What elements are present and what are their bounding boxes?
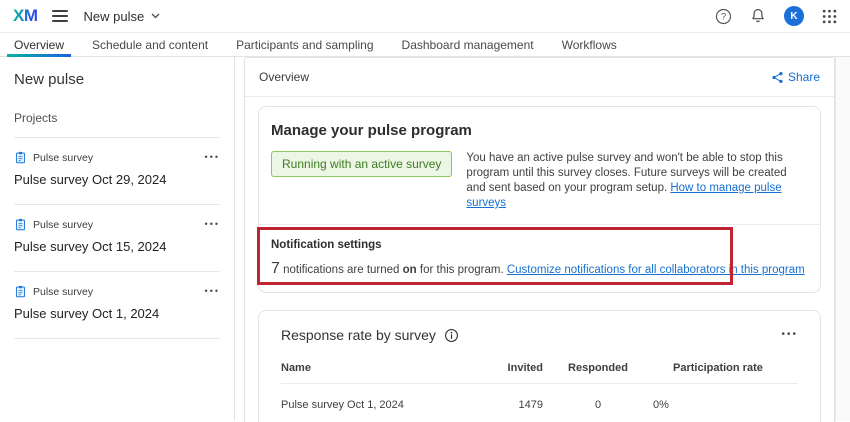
notification-settings-title: Notification settings (271, 239, 808, 251)
project-more-button[interactable]: ••• (205, 153, 220, 162)
svg-text:?: ? (721, 11, 726, 22)
info-icon[interactable] (444, 328, 459, 343)
notification-summary: 7 notifications are turned on for this p… (271, 260, 808, 278)
manage-card-title: Manage your pulse program (271, 122, 808, 139)
col-header-participation-rate: Participation rate (653, 362, 798, 374)
project-type-label: Pulse survey (33, 286, 93, 298)
project-type-label: Pulse survey (33, 219, 93, 231)
notification-count: 7 (271, 260, 280, 277)
response-rate-title: Response rate by survey (281, 327, 436, 343)
project-type-label: Pulse survey (33, 152, 93, 164)
cell-responded: 0 (543, 399, 653, 411)
tab-overview[interactable]: Overview (0, 33, 78, 56)
tab-workflows[interactable]: Workflows (548, 33, 631, 56)
tab-participants-and-sampling[interactable]: Participants and sampling (222, 33, 387, 56)
col-header-invited: Invited (478, 362, 543, 374)
project-title: Pulse survey Oct 15, 2024 (14, 239, 220, 254)
bell-icon (750, 8, 766, 24)
col-header-name: Name (281, 362, 478, 374)
overview-panel: Overview Share Manage your pulse program… (244, 57, 835, 422)
cell-name: Pulse survey Oct 1, 2024 (281, 399, 478, 411)
help-button[interactable]: ? (715, 8, 732, 25)
project-switcher[interactable]: New pulse (84, 9, 161, 24)
projects-section-label: Projects (14, 111, 220, 138)
sidebar: New pulse Projects Pulse survey ••• Puls… (0, 57, 235, 421)
notification-text-after: for this program. (417, 264, 507, 276)
response-rate-card: Response rate by survey ••• Name Invited… (258, 310, 821, 422)
notification-settings-section: Notification settings 7 notifications ar… (271, 225, 808, 292)
avatar[interactable]: K (784, 6, 804, 26)
pulse-survey-icon (14, 218, 27, 231)
project-more-button[interactable]: ••• (205, 287, 220, 296)
help-icon: ? (715, 8, 732, 25)
share-label: Share (788, 70, 820, 84)
project-item-oct-1[interactable]: Pulse survey ••• Pulse survey Oct 1, 202… (14, 272, 220, 339)
project-item-oct-29[interactable]: Pulse survey ••• Pulse survey Oct 29, 20… (14, 138, 220, 205)
share-button[interactable]: Share (771, 70, 820, 84)
card-more-button[interactable]: ••• (781, 330, 798, 340)
top-bar: XM New pulse ? K (0, 0, 850, 33)
hamburger-menu-icon[interactable] (52, 10, 68, 22)
cell-participation-rate: 0% (653, 399, 798, 411)
program-description: You have an active pulse survey and won'… (466, 151, 808, 211)
main-area: Overview Share Manage your pulse program… (235, 57, 850, 421)
pulse-survey-icon (14, 151, 27, 164)
customize-notifications-link[interactable]: Customize notifications for all collabor… (507, 264, 805, 276)
table-row[interactable]: Pulse survey Oct 1, 2024 1479 0 0% (281, 384, 798, 422)
project-title: Pulse survey Oct 29, 2024 (14, 172, 220, 187)
notification-text: notifications are turned (280, 264, 403, 276)
notifications-button[interactable] (750, 8, 766, 24)
col-header-responded: Responded (543, 362, 653, 374)
table-header-row: Name Invited Responded Participation rat… (281, 353, 798, 384)
apps-menu-button[interactable] (822, 9, 837, 24)
project-title: Pulse survey Oct 1, 2024 (14, 306, 220, 321)
xm-logo: XM (13, 6, 38, 26)
tab-schedule-and-content[interactable]: Schedule and content (78, 33, 222, 56)
notification-state: on (403, 264, 417, 276)
project-item-oct-15[interactable]: Pulse survey ••• Pulse survey Oct 15, 20… (14, 205, 220, 272)
tab-dashboard-management[interactable]: Dashboard management (388, 33, 548, 56)
tab-bar: Overview Schedule and content Participan… (0, 33, 850, 57)
project-more-button[interactable]: ••• (205, 220, 220, 229)
status-badge: Running with an active survey (271, 151, 452, 177)
sidebar-title: New pulse (14, 71, 220, 88)
panel-title: Overview (259, 70, 309, 84)
waffle-grid-icon (822, 9, 837, 24)
share-icon (771, 71, 784, 84)
project-name: New pulse (84, 9, 145, 24)
manage-program-card: Manage your pulse program Running with a… (258, 106, 821, 293)
chevron-down-icon (151, 13, 160, 19)
scrollbar[interactable] (835, 57, 850, 421)
pulse-survey-icon (14, 285, 27, 298)
cell-invited: 1479 (478, 399, 543, 411)
